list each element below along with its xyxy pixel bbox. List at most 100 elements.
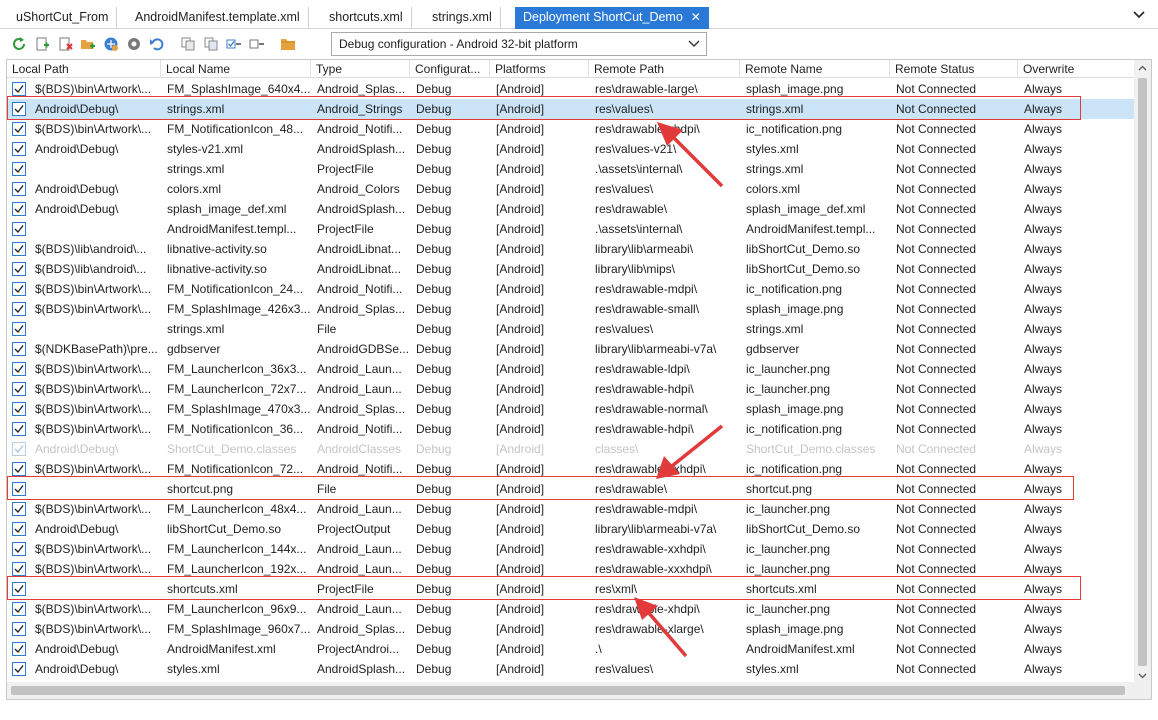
row-checkbox[interactable]	[12, 142, 26, 156]
scroll-up-icon[interactable]	[1134, 60, 1151, 77]
table-row[interactable]: $(BDS)\bin\Artwork\... FM_NotificationIco…	[7, 419, 1135, 439]
row-checkbox[interactable]	[12, 442, 26, 456]
column-header-local-path[interactable]: Local Path	[7, 60, 161, 78]
refresh-icon[interactable]	[11, 36, 27, 52]
configuration-select[interactable]: Debug configuration - Android 32-bit pla…	[331, 32, 707, 56]
row-checkbox[interactable]	[12, 222, 26, 236]
table-row[interactable]: $(BDS)\bin\Artwork\... FM_SplashImage_960…	[7, 619, 1135, 639]
table-row[interactable]: $(BDS)\bin\Artwork\... FM_LauncherIcon_19…	[7, 559, 1135, 579]
row-checkbox[interactable]	[12, 202, 26, 216]
row-checkbox[interactable]	[12, 362, 26, 376]
row-checkbox[interactable]	[12, 542, 26, 556]
copy-icon[interactable]	[180, 36, 196, 52]
cell-type: Android_Splas...	[317, 402, 406, 416]
row-checkbox[interactable]	[12, 162, 26, 176]
tab-deployment-shortcut-demo[interactable]: Deployment ShortCut_Demo ✕	[515, 7, 709, 29]
row-checkbox[interactable]	[12, 122, 26, 136]
table-row[interactable]: Android\Debug\ styles-v21.xml AndroidSplas…	[7, 139, 1135, 159]
table-row[interactable]: Android\Debug\ colors.xml Android_Colors De…	[7, 179, 1135, 199]
horizontal-scroll-thumb[interactable]	[11, 686, 1125, 695]
tab-androidmanifest-template[interactable]: AndroidManifest.template.xml	[127, 7, 309, 29]
row-checkbox[interactable]	[12, 662, 26, 676]
column-header-type[interactable]: Type	[311, 60, 410, 78]
table-row[interactable]: Android\Debug\ libShortCut_Demo.so Project…	[7, 519, 1135, 539]
row-checkbox[interactable]	[12, 422, 26, 436]
column-header-remote-status[interactable]: Remote Status	[890, 60, 1018, 78]
table-row[interactable]: $(BDS)\bin\Artwork\... FM_SplashImage_470…	[7, 399, 1135, 419]
vertical-scroll-thumb[interactable]	[1138, 78, 1147, 666]
table-row[interactable]: $(BDS)\lib\android\... libnative-activity…	[7, 239, 1135, 259]
row-checkbox[interactable]	[12, 482, 26, 496]
row-checkbox[interactable]	[12, 242, 26, 256]
tab-list-chevron-down-icon[interactable]	[1132, 10, 1146, 20]
table-row[interactable]: Android\Debug\ splash_image_def.xml Androi…	[7, 199, 1135, 219]
vertical-scrollbar[interactable]	[1134, 60, 1151, 684]
remove-file-icon[interactable]	[57, 36, 73, 52]
table-row[interactable]: $(BDS)\bin\Artwork\... FM_NotificationIco…	[7, 459, 1135, 479]
row-checkbox[interactable]	[12, 642, 26, 656]
table-row[interactable]: $(BDS)\bin\Artwork\... FM_NotificationIco…	[7, 279, 1135, 299]
cell-remote-name: splash_image.png	[746, 302, 844, 316]
table-row[interactable]: $(BDS)\bin\Artwork\... FM_LauncherIcon_72…	[7, 379, 1135, 399]
add-file-icon[interactable]	[34, 36, 50, 52]
row-checkbox[interactable]	[12, 522, 26, 536]
cell-remote-status: Not Connected	[896, 142, 977, 156]
row-checkbox[interactable]	[12, 282, 26, 296]
table-row[interactable]: $(NDKBasePath)\pre... gdbserver AndroidGDB…	[7, 339, 1135, 359]
table-row[interactable]: $(BDS)\bin\Artwork\... FM_NotificationIco…	[7, 119, 1135, 139]
table-row[interactable]: Android\Debug\ AndroidManifest.xml Project…	[7, 639, 1135, 659]
table-row[interactable]: strings.xml File Debug [Android] res\values\…	[7, 319, 1135, 339]
close-tab-icon[interactable]: ✕	[691, 7, 701, 28]
row-checkbox[interactable]	[12, 82, 26, 96]
table-row[interactable]: Android\Debug\ strings.xml Android_Strings…	[7, 99, 1135, 119]
table-row[interactable]: strings.xml ProjectFile Debug [Android] .\as…	[7, 159, 1135, 179]
cell-local-name: gdbserver	[167, 342, 221, 356]
tab-strings-xml[interactable]: strings.xml	[424, 7, 501, 29]
connect-icon[interactable]	[103, 36, 119, 52]
row-checkbox[interactable]	[12, 262, 26, 276]
table-row[interactable]: shortcut.png File Debug [Android] res\drawab…	[7, 479, 1135, 499]
revert-icon[interactable]	[149, 36, 165, 52]
check-all-icon[interactable]	[226, 36, 242, 52]
row-checkbox[interactable]	[12, 182, 26, 196]
table-row[interactable]: Android\Debug\ styles.xml AndroidSplash...…	[7, 659, 1135, 679]
row-checkbox[interactable]	[12, 462, 26, 476]
uncheck-all-icon[interactable]	[249, 36, 265, 52]
row-checkbox[interactable]	[12, 622, 26, 636]
horizontal-scrollbar[interactable]	[7, 682, 1151, 699]
copy-all-icon[interactable]	[203, 36, 219, 52]
table-row[interactable]: $(BDS)\bin\Artwork\... FM_LauncherIcon_48…	[7, 499, 1135, 519]
table-row[interactable]: AndroidManifest.templ... ProjectFile Debug…	[7, 219, 1135, 239]
tab-shortcuts-xml[interactable]: shortcuts.xml	[321, 7, 412, 29]
folder-icon[interactable]	[280, 36, 296, 52]
column-header-overwrite[interactable]: Overwrite	[1018, 60, 1135, 78]
row-checkbox[interactable]	[12, 102, 26, 116]
table-row[interactable]: $(BDS)\lib\android\... libnative-activity…	[7, 259, 1135, 279]
row-checkbox[interactable]	[12, 562, 26, 576]
settings-icon[interactable]	[126, 36, 142, 52]
row-checkbox[interactable]	[12, 302, 26, 316]
column-header-configuration[interactable]: Configurat...	[410, 60, 490, 78]
column-header-remote-name[interactable]: Remote Name	[740, 60, 890, 78]
column-header-remote-path[interactable]: Remote Path	[589, 60, 740, 78]
row-checkbox[interactable]	[12, 402, 26, 416]
table-row[interactable]: $(BDS)\bin\Artwork\... FM_LauncherIcon_36…	[7, 359, 1135, 379]
row-checkbox[interactable]	[12, 342, 26, 356]
add-folder-icon[interactable]	[80, 36, 96, 52]
table-row[interactable]: Android\Debug\ ShortCut_Demo.classes Andro…	[7, 439, 1135, 459]
table-row[interactable]: $(BDS)\bin\Artwork\... FM_LauncherIcon_14…	[7, 539, 1135, 559]
table-row[interactable]: $(BDS)\bin\Artwork\... FM_SplashImage_640…	[7, 79, 1135, 99]
tab-ushortcut-from[interactable]: uShortCut_From	[8, 7, 118, 29]
row-checkbox[interactable]	[12, 502, 26, 516]
row-checkbox[interactable]	[12, 602, 26, 616]
row-checkbox[interactable]	[12, 322, 26, 336]
row-checkbox[interactable]	[12, 582, 26, 596]
cell-type: AndroidGDBSe...	[317, 342, 410, 356]
row-checkbox[interactable]	[12, 382, 26, 396]
table-row[interactable]: $(BDS)\bin\Artwork\... FM_LauncherIcon_96…	[7, 599, 1135, 619]
column-header-platforms[interactable]: Platforms	[490, 60, 589, 78]
column-header-local-name[interactable]: Local Name	[161, 60, 311, 78]
table-row[interactable]: $(BDS)\bin\Artwork\... FM_SplashImage_426…	[7, 299, 1135, 319]
table-row[interactable]: shortcuts.xml ProjectFile Debug [Android] re…	[7, 579, 1135, 599]
chevron-down-icon	[688, 40, 700, 47]
